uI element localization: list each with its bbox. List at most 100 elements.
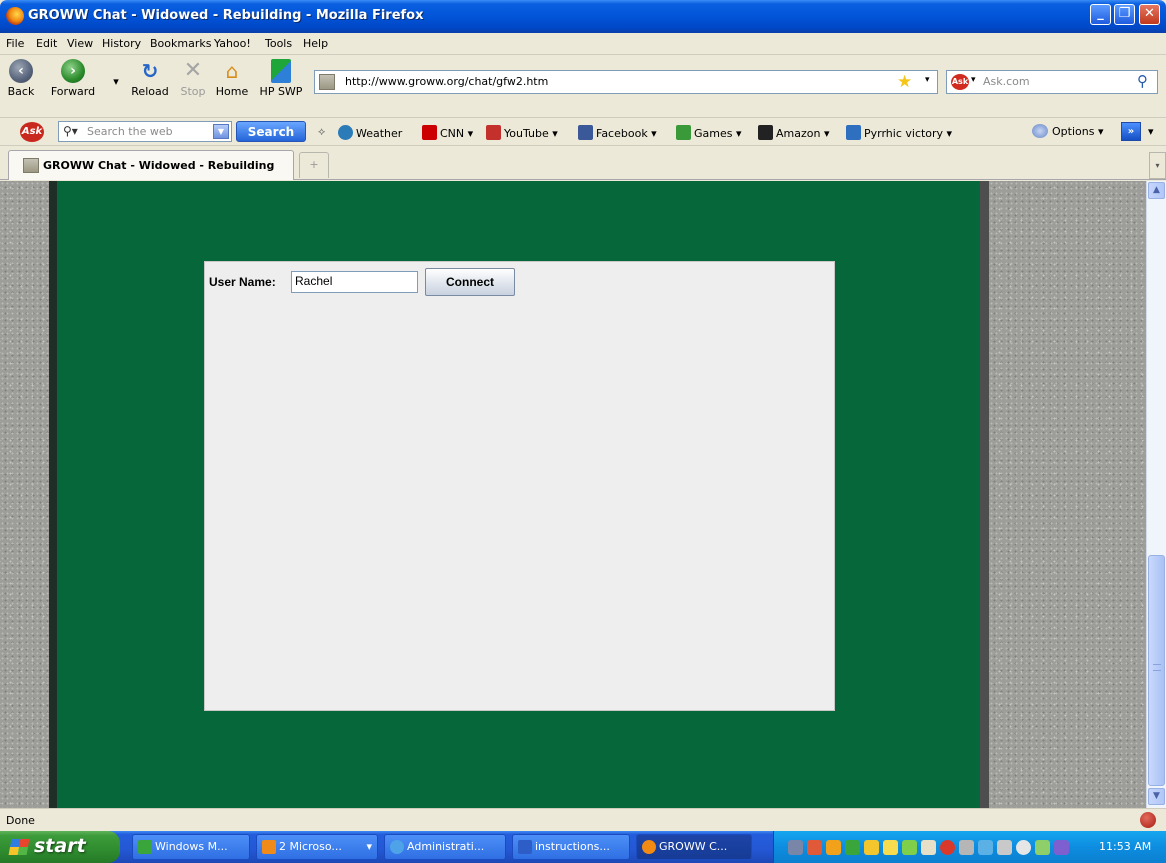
toolbar-item-weather[interactable]: Weather — [338, 125, 402, 140]
toolbar-item-facebook[interactable]: Facebook ▾ — [578, 125, 657, 140]
taskbar-item-groww-chat[interactable]: GROWW C... — [636, 834, 752, 860]
ask-toolbar: Ask ⚲▾ Search the web ▼ Search ⟡ Weather… — [0, 118, 1166, 146]
toolbar-item-pyrrhic-victory[interactable]: Pyrrhic victory ▾ — [846, 125, 952, 140]
home-button[interactable]: ⌂ Home — [214, 59, 250, 98]
cnn-icon — [422, 125, 437, 140]
amazon-icon — [758, 125, 773, 140]
url-dropdown-icon[interactable]: ▾ — [925, 75, 930, 85]
tray-security-icon[interactable] — [902, 840, 917, 855]
tab-groww-chat[interactable]: GROWW Chat - Widowed - Rebuilding — [8, 150, 294, 180]
menu-bar: File Edit View History Bookmarks Yahoo! … — [0, 33, 1166, 55]
ask-history-dropdown-icon[interactable]: ▼ — [213, 124, 229, 139]
status-text: Done — [6, 814, 35, 827]
search-icon[interactable]: ⚲ — [1137, 72, 1148, 90]
firefox-icon — [6, 7, 24, 25]
toolbar-item-youtube[interactable]: YouTube ▾ — [486, 125, 558, 140]
toolbar-menu-dropdown-icon[interactable]: ▾ — [1148, 125, 1154, 138]
more-tools-chevron[interactable]: » — [1121, 122, 1141, 141]
tray-network-icon[interactable] — [807, 840, 822, 855]
history-dropdown[interactable]: ▾ — [108, 75, 124, 88]
reload-icon: ↻ — [141, 59, 159, 83]
forward-arrow-icon: › — [61, 59, 85, 83]
toolbar-item-cnn[interactable]: CNN ▾ — [422, 125, 473, 140]
ask-search-placeholder: Search the web — [87, 125, 173, 138]
tray-phone-icon[interactable] — [978, 840, 993, 855]
url-text[interactable]: http://www.groww.org/chat/gfw2.htm — [345, 75, 548, 88]
office-icon — [262, 840, 276, 854]
tray-user-icon[interactable] — [883, 840, 898, 855]
ask-search-input[interactable]: ⚲▾ Search the web ▼ — [58, 121, 232, 142]
addon-status-icon[interactable] — [1140, 812, 1156, 828]
page-border-right — [980, 181, 989, 808]
tray-volume-icon[interactable] — [1016, 840, 1031, 855]
menu-edit[interactable]: Edit — [36, 37, 57, 50]
menu-view[interactable]: View — [67, 37, 93, 50]
firefox-icon — [642, 840, 656, 854]
search-engine-dropdown-icon[interactable]: ▾ — [971, 75, 976, 85]
options-button[interactable]: Options ▾ — [1052, 125, 1103, 138]
tab-favicon — [23, 158, 39, 173]
vertical-scrollbar[interactable]: ▲ ▼ — [1146, 181, 1166, 808]
pyrrhic-icon — [846, 125, 861, 140]
toolbar-item-amazon[interactable]: Amazon ▾ — [758, 125, 829, 140]
taskbar-item-administration[interactable]: Administrati... — [384, 834, 506, 860]
weather-icon — [338, 125, 353, 140]
taskbar-item-instructions[interactable]: instructions... — [512, 834, 630, 860]
tray-messenger-icon[interactable] — [845, 840, 860, 855]
navigation-toolbar: ‹ Back › Forward ▾ ↻ Reload ✕ Stop ⌂ Hom… — [0, 55, 1166, 118]
menu-yahoo[interactable]: Yahoo! — [214, 37, 251, 50]
window-title: GROWW Chat - Widowed - Rebuilding - Mozi… — [28, 8, 424, 23]
maximize-button[interactable]: ❐ — [1114, 4, 1135, 25]
system-tray: 11:53 AM — [773, 831, 1166, 863]
options-gear-icon — [1032, 124, 1048, 138]
tray-update-icon[interactable] — [921, 840, 936, 855]
tray-printer-icon[interactable] — [959, 840, 974, 855]
tray-java-icon[interactable] — [788, 840, 803, 855]
site-favicon — [319, 74, 335, 90]
tray-office-icon[interactable] — [826, 840, 841, 855]
reload-button[interactable]: ↻ Reload — [128, 59, 172, 98]
tab-bar: GROWW Chat - Widowed - Rebuilding + ▾ — [0, 146, 1166, 180]
close-button[interactable]: ✕ — [1139, 4, 1160, 25]
username-input[interactable]: Rachel — [291, 271, 418, 293]
tray-weather-icon[interactable] — [864, 840, 879, 855]
tab-label: GROWW Chat - Widowed - Rebuilding — [43, 159, 275, 172]
scroll-up-button[interactable]: ▲ — [1148, 182, 1165, 199]
clock[interactable]: 11:53 AM — [1099, 840, 1151, 853]
menu-bookmarks[interactable]: Bookmarks — [150, 37, 211, 50]
ask-search-button[interactable]: Search — [236, 121, 306, 142]
web-search-box[interactable]: Ask ▾ Ask.com ⚲ — [946, 70, 1158, 94]
new-tab-button[interactable]: + — [299, 152, 329, 178]
taskbar-item-windows-messenger[interactable]: Windows M... — [132, 834, 250, 860]
menu-history[interactable]: History — [102, 37, 141, 50]
search-placeholder: Ask.com — [983, 75, 1030, 88]
list-all-tabs-icon[interactable]: ▾ — [1149, 152, 1166, 179]
menu-file[interactable]: File — [6, 37, 24, 50]
start-button[interactable]: start — [0, 831, 120, 863]
menu-help[interactable]: Help — [303, 37, 328, 50]
taskbar-item-microsoft-office[interactable]: 2 Microso... ▾ — [256, 834, 378, 860]
tray-vpn-icon[interactable] — [1054, 840, 1069, 855]
tray-antivirus-icon[interactable] — [940, 840, 955, 855]
ask-engine-icon[interactable]: Ask — [951, 74, 969, 90]
menu-tools[interactable]: Tools — [265, 37, 292, 50]
tray-device-icon[interactable] — [997, 840, 1012, 855]
username-label: User Name: — [209, 275, 276, 289]
connect-button[interactable]: Connect — [425, 268, 515, 296]
tray-sync-icon[interactable] — [1035, 840, 1050, 855]
youtube-icon — [486, 125, 501, 140]
messenger-icon — [138, 840, 152, 854]
toolbar-item-games[interactable]: Games ▾ — [676, 125, 742, 140]
address-bar[interactable]: http://www.groww.org/chat/gfw2.htm ★ ▾ — [314, 70, 938, 94]
hp-swp-button[interactable]: HP SWP — [256, 59, 306, 98]
home-icon: ⌂ — [225, 59, 239, 83]
bookmark-star-icon[interactable]: ★ — [897, 72, 912, 92]
back-button[interactable]: ‹ Back — [6, 59, 36, 98]
scroll-thumb[interactable] — [1148, 555, 1165, 786]
minimize-button[interactable]: _ — [1090, 4, 1111, 25]
forward-button[interactable]: › Forward — [48, 59, 98, 98]
status-bar: Done — [0, 808, 1166, 831]
scroll-down-button[interactable]: ▼ — [1148, 788, 1165, 805]
ask-logo-icon[interactable]: Ask — [20, 122, 44, 142]
stop-button[interactable]: ✕ Stop — [178, 59, 208, 99]
